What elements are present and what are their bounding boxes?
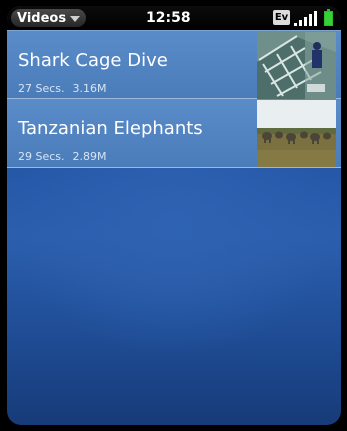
network-badge: Ev [273, 10, 290, 25]
app-menu-label: Videos [17, 10, 67, 26]
shark-cage-thumbnail [257, 32, 336, 99]
video-size: 2.89M [72, 150, 107, 163]
device-frame: Videos 12:58 Ev Shark Cage Dive 27 Secs.… [0, 0, 347, 431]
battery-icon [324, 9, 333, 26]
video-size: 3.16M [72, 82, 107, 95]
app-menu-button[interactable]: Videos [11, 9, 87, 27]
video-meta: 29 Secs. 2.89M [18, 150, 107, 163]
chevron-down-icon [70, 16, 81, 22]
status-bar: Videos 12:58 Ev [7, 6, 341, 30]
video-title: Shark Cage Dive [18, 50, 168, 71]
video-list-item[interactable]: Shark Cage Dive 27 Secs. 3.16M [7, 30, 341, 99]
clock: 12:58 [146, 10, 191, 26]
video-duration: 29 Secs. [18, 150, 65, 163]
video-list: Shark Cage Dive 27 Secs. 3.16M Tanzanian… [7, 30, 341, 168]
elephants-thumbnail [257, 100, 336, 167]
video-duration: 27 Secs. [18, 82, 65, 95]
signal-bars-icon [294, 11, 322, 26]
video-title: Tanzanian Elephants [18, 118, 203, 139]
video-list-item[interactable]: Tanzanian Elephants 29 Secs. 2.89M [7, 99, 341, 168]
screen: Videos 12:58 Ev Shark Cage Dive 27 Secs.… [7, 6, 341, 425]
video-meta: 27 Secs. 3.16M [18, 82, 107, 95]
